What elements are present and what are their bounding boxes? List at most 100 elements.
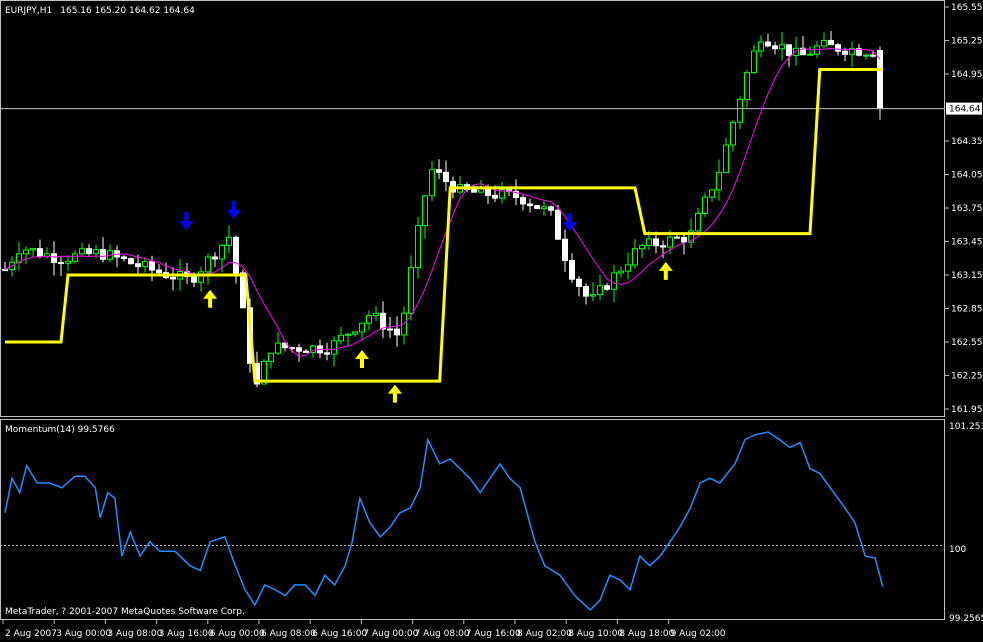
candle-body xyxy=(807,53,813,56)
candle-body xyxy=(58,262,64,265)
candle-body xyxy=(863,54,869,57)
time-tick-label: 7 Aug 00:00 xyxy=(363,629,418,639)
candle-body xyxy=(870,54,876,57)
time-tick-label: 8 Aug 10:00 xyxy=(568,629,623,639)
candle-body xyxy=(366,314,372,324)
candle-body xyxy=(387,328,393,331)
candle-body xyxy=(520,197,526,205)
price-tick-label: 164.05 xyxy=(951,171,983,181)
candle-body xyxy=(751,50,757,74)
candle-body xyxy=(625,264,631,272)
price-tick-label: 161.95 xyxy=(951,405,983,415)
candle-body xyxy=(842,50,848,55)
symbol-label: EURJPY,H1 xyxy=(5,6,52,16)
price-tick-label: 163.45 xyxy=(951,238,983,248)
candle-body xyxy=(226,236,232,246)
price-tick-label: 165.55 xyxy=(951,3,983,13)
time-tick-label: 7 Aug 08:00 xyxy=(415,629,470,639)
candle-body xyxy=(618,270,624,274)
candle-body xyxy=(877,50,883,110)
candle-body xyxy=(765,41,771,47)
candle-body xyxy=(772,45,778,50)
candle-body xyxy=(555,209,561,240)
momentum-axis-mid: 100 xyxy=(949,545,966,555)
candle-body xyxy=(653,238,659,247)
candle-body xyxy=(716,172,722,191)
candle-body xyxy=(443,171,449,183)
candle-body xyxy=(2,268,8,271)
candle-body xyxy=(394,328,400,336)
buy-arrow-icon xyxy=(355,350,369,369)
candle-body xyxy=(128,258,134,265)
candle-body xyxy=(548,206,554,211)
overlays xyxy=(0,48,945,611)
candle-body xyxy=(723,144,729,174)
candle-body xyxy=(758,41,764,52)
buy-arrow-icon xyxy=(658,261,673,280)
candle-body xyxy=(212,256,218,260)
candle-body xyxy=(233,236,239,274)
candle-body xyxy=(744,72,750,101)
time-tick-label: 3 Aug 16:00 xyxy=(159,629,214,639)
indicator-label: Momentum(14) 99.5766 xyxy=(5,425,115,435)
candle-body xyxy=(352,331,358,335)
price-chart[interactable]: EURJPY,H1 165.16 165.20 164.62 164.64 Mom… xyxy=(0,0,983,642)
candle-body xyxy=(303,350,309,353)
price-tick-label: 163.75 xyxy=(951,204,983,214)
candle-body xyxy=(121,256,127,260)
candle-body xyxy=(345,333,351,336)
candle-body xyxy=(275,342,281,354)
candle-body xyxy=(835,44,841,52)
buy-arrow-icon xyxy=(203,289,218,308)
candle-body xyxy=(149,261,155,271)
time-axis: 2 Aug 2007 3 Aug 00:003 Aug 08:003 Aug 16… xyxy=(2,620,726,639)
candle-body xyxy=(415,225,421,269)
time-tick-label: 3 Aug 00:00 xyxy=(56,629,111,639)
candle-body xyxy=(380,312,386,330)
candle-body xyxy=(702,196,708,214)
candle-body xyxy=(695,212,701,232)
sell-arrow-icon xyxy=(226,200,241,219)
candle-body xyxy=(359,322,365,333)
candle-body xyxy=(86,248,92,255)
candle-body xyxy=(527,203,533,207)
price-tick-label: 163.15 xyxy=(951,271,983,281)
price-tick-label: 164.95 xyxy=(951,70,983,80)
momentum-line xyxy=(4,431,884,611)
time-tick-label: 3 Aug 08:00 xyxy=(107,629,162,639)
candle-body xyxy=(268,352,274,362)
momentum-axis-bottom: 99.2565 xyxy=(949,614,983,624)
time-tick-label: 6 Aug 08:00 xyxy=(261,629,316,639)
stop-level-line xyxy=(5,68,883,383)
price-tick-label: 162.55 xyxy=(951,338,983,348)
candle-body xyxy=(142,261,148,268)
candle-body xyxy=(541,206,547,209)
time-tick-label: 2 Aug 2007 xyxy=(5,629,57,639)
copyright-text: MetaTrader, ? 2001-2007 MetaQuotes Softw… xyxy=(5,607,245,617)
current-price-label: 164.64 xyxy=(949,105,981,115)
candle-body xyxy=(324,352,330,355)
candle-body xyxy=(639,244,645,250)
candle-body xyxy=(597,285,603,296)
candle-body xyxy=(674,236,680,239)
candle-body xyxy=(737,99,743,123)
candle-body xyxy=(576,278,582,288)
ohlc-values: 165.16 165.20 164.62 164.64 xyxy=(60,6,195,16)
candle-body xyxy=(408,267,414,314)
candle-body xyxy=(93,249,99,255)
candle-body xyxy=(583,286,589,297)
chart-frames xyxy=(0,0,945,620)
candle-body xyxy=(632,248,638,266)
candle-body xyxy=(429,169,435,197)
candle-body xyxy=(786,44,792,56)
candle-body xyxy=(373,312,379,316)
candle-body xyxy=(709,189,715,198)
candle-body xyxy=(135,263,141,268)
candle-body xyxy=(646,238,652,246)
candle-body xyxy=(492,194,498,199)
time-tick-label: 7 Aug 16:00 xyxy=(466,629,521,639)
candle-body xyxy=(681,236,687,243)
candle-body xyxy=(611,272,617,290)
time-tick-label: 6 Aug 16:00 xyxy=(312,629,367,639)
candle-body xyxy=(534,205,540,209)
